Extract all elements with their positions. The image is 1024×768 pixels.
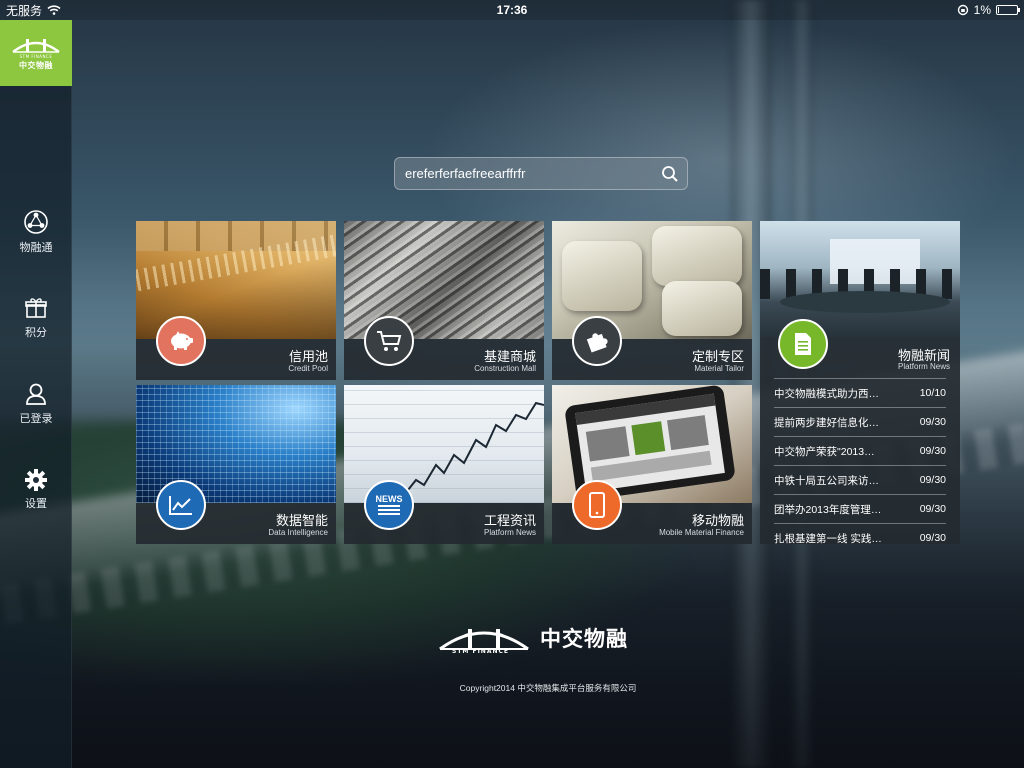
rotation-lock-icon xyxy=(957,4,968,16)
tile-subtitle: Data Intelligence xyxy=(268,528,328,537)
news-item-date: 09/30 xyxy=(919,532,946,544)
logo-subtitle: STM FINANCE xyxy=(19,53,53,59)
tile-subtitle: Construction Mall xyxy=(474,364,536,373)
news-item-title: 中铁十局五公司来访… xyxy=(774,474,879,487)
sidebar-item-logged-in[interactable]: 已登录 xyxy=(0,374,72,434)
piggy-bank-icon xyxy=(156,316,206,366)
sidebar-item-points[interactable]: 积分 xyxy=(0,288,72,348)
tile-subtitle: Material Tailor xyxy=(694,364,744,373)
news-item-title: 团举办2013年度管理… xyxy=(774,503,882,516)
news-item[interactable]: 中交物产荣获"2013… 09/30 xyxy=(774,436,946,465)
news-item-date: 09/30 xyxy=(919,445,946,457)
document-icon xyxy=(778,319,828,369)
sidebar-item-label: 已登录 xyxy=(19,413,53,425)
status-bar: 无服务 17:36 1% xyxy=(0,0,1024,20)
gear-icon xyxy=(25,469,47,491)
tile-title: 基建商城 xyxy=(483,349,536,364)
clock: 17:36 xyxy=(496,3,528,17)
news-item-date: 09/30 xyxy=(919,474,946,486)
footer-brand: STM FINANCE 中交物融 xyxy=(438,616,668,660)
tile-subtitle: Mobile Material Finance xyxy=(659,528,744,537)
news-item-date: 09/30 xyxy=(919,416,946,428)
tile-subtitle: Credit Pool xyxy=(288,364,328,373)
news-item[interactable]: 团举办2013年度管理… 09/30 xyxy=(774,494,946,523)
copyright-text: Copyright2014 中交物融集成平台服务有限公司 xyxy=(459,683,637,693)
user-icon xyxy=(26,383,46,405)
tile-material-tailor[interactable]: 定制专区 Material Tailor xyxy=(552,221,752,380)
news-item-date: 10/10 xyxy=(919,387,946,399)
app-logo[interactable]: STM FINANCE 中交物融 xyxy=(0,20,72,86)
sidebar-item-wurongtong[interactable]: 物融通 xyxy=(0,202,72,262)
sidebar-item-settings[interactable]: 设置 xyxy=(0,460,72,520)
search-bar xyxy=(394,157,688,190)
search-icon[interactable] xyxy=(661,165,679,183)
tile-mobile-finance[interactable]: 移动物融 Mobile Material Finance xyxy=(552,385,752,544)
tile-title: 移动物融 xyxy=(691,513,744,528)
news-item-date: 09/30 xyxy=(919,503,946,515)
svg-text:NEWS: NEWS xyxy=(376,494,403,504)
news-list: 中交物融模式助力西… 10/10 提前两步建好信息化… 09/30 中交物产荣获… xyxy=(774,378,946,544)
tile-title: 数据智能 xyxy=(275,513,328,528)
network-icon xyxy=(24,210,48,234)
tile-title: 工程资讯 xyxy=(483,513,536,528)
logo-title: 中交物融 xyxy=(19,60,53,70)
gift-icon xyxy=(25,298,47,318)
cart-icon xyxy=(364,316,414,366)
battery-percent: 1% xyxy=(973,3,991,17)
news-icon: NEWS xyxy=(364,480,414,530)
search-input[interactable] xyxy=(405,166,661,181)
news-item-title: 扎根基建第一线 实践… xyxy=(774,532,882,545)
battery-icon xyxy=(996,5,1020,15)
tile-title: 信用池 xyxy=(288,349,328,364)
sidebar-item-label: 物融通 xyxy=(19,242,53,254)
tile-construction-mall[interactable]: 基建商城 Construction Mall xyxy=(344,221,544,380)
chart-icon xyxy=(156,480,206,530)
puzzle-icon xyxy=(572,316,622,366)
carrier-label: 无服务 xyxy=(6,3,43,18)
tile-subtitle: Platform News xyxy=(483,528,536,537)
tablet-icon xyxy=(572,480,622,530)
news-item[interactable]: 扎根基建第一线 实践… 09/30 xyxy=(774,523,946,544)
meeting-room-image[interactable] xyxy=(760,221,960,337)
brand-chinese: 中交物融 xyxy=(540,628,628,651)
tile-engineering-news[interactable]: 工程资讯 Platform News NEWS xyxy=(344,385,544,544)
tile-title: 定制专区 xyxy=(691,349,744,364)
news-item-title: 中交物产荣获"2013… xyxy=(774,445,875,458)
news-item-title: 提前两步建好信息化… xyxy=(774,416,879,429)
news-panel: 物融新闻 Platform News 中交物融模式助力西… 10/10 提前两步… xyxy=(760,221,960,544)
sidebar-item-label: 设置 xyxy=(25,498,47,510)
news-item[interactable]: 中交物融模式助力西… 10/10 xyxy=(774,378,946,407)
sidebar: STM FINANCE 中交物融 物融通 积分 已登录 设置 xyxy=(0,20,72,768)
brand-english: STM FINANCE xyxy=(452,648,509,655)
tile-credit-pool[interactable]: 信用池 Credit Pool xyxy=(136,221,336,380)
tile-data-intelligence[interactable]: 数据智能 Data Intelligence xyxy=(136,385,336,544)
bridge-logo-icon xyxy=(12,38,60,53)
news-subtitle: Platform News xyxy=(897,362,950,371)
news-item-title: 中交物融模式助力西… xyxy=(774,387,879,400)
news-item[interactable]: 中铁十局五公司来访… 09/30 xyxy=(774,465,946,494)
sidebar-item-label: 积分 xyxy=(25,327,47,339)
wifi-icon xyxy=(47,5,61,15)
news-item[interactable]: 提前两步建好信息化… 09/30 xyxy=(774,407,946,436)
